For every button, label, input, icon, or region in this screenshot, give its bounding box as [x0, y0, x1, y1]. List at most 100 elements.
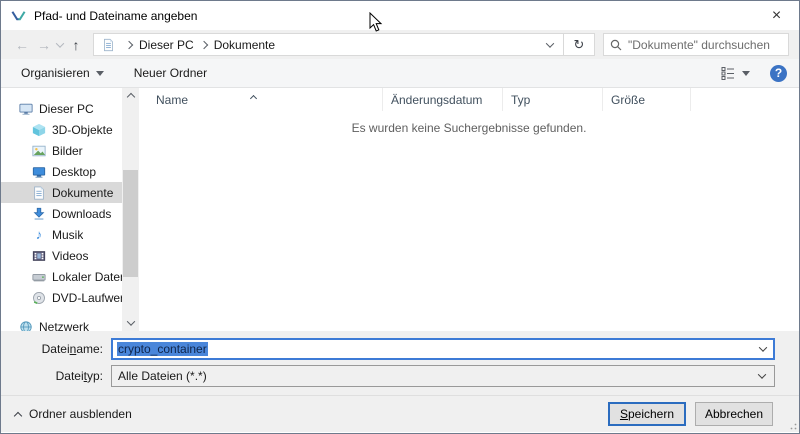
sidebar-item-label: Dieser PC — [39, 102, 94, 116]
cancel-button[interactable]: Abbrechen — [695, 402, 773, 426]
new-folder-label: Neuer Ordner — [134, 66, 207, 80]
search-box[interactable] — [603, 33, 789, 56]
column-header-typ[interactable]: Typ — [503, 88, 603, 111]
close-icon: × — [772, 7, 781, 25]
save-dialog-window: Pfad- und Dateiname angeben × ← → ↑ Dies… — [0, 0, 800, 434]
veracrypt-icon — [11, 8, 26, 23]
chevron-up-icon — [14, 411, 22, 419]
cube-3d-icon — [32, 123, 46, 137]
forward-icon[interactable]: → — [33, 37, 55, 53]
close-button[interactable]: × — [754, 1, 799, 30]
refresh-button[interactable]: ↻ — [564, 33, 595, 56]
picture-icon — [32, 144, 46, 158]
title-bar: Pfad- und Dateiname angeben × — [1, 1, 799, 30]
column-label: Änderungsdatum — [391, 93, 482, 107]
sidebar-item-label: Downloads — [52, 207, 111, 221]
column-header-groesse[interactable]: Größe — [603, 88, 691, 111]
up-icon[interactable]: ↑ — [65, 37, 87, 53]
filetype-label: Dateityp: — [1, 369, 111, 383]
breadcrumb-separator-icon — [125, 40, 133, 48]
navigation-bar: ← → ↑ Dieser PC Dokumente ↻ — [1, 30, 799, 59]
column-header-aenderungsdatum[interactable]: Änderungsdatum — [383, 88, 503, 111]
dialog-button-bar: Ordner ausblenden Speichern Abbrechen — [1, 395, 799, 432]
save-button[interactable]: Speichern — [608, 402, 686, 426]
breadcrumb-separator-icon — [199, 40, 207, 48]
address-dropdown-icon[interactable] — [546, 39, 554, 47]
sidebar-item-label: Musik — [52, 228, 83, 242]
scrollbar-thumb[interactable] — [123, 170, 138, 277]
sidebar-item-label: Lokaler Datenträ — [52, 270, 122, 284]
sidebar-item-netzwerk[interactable]: Netzwerk — [1, 316, 122, 331]
hide-folders-button[interactable]: Ordner ausblenden — [15, 407, 132, 421]
sidebar-item-dokumente[interactable]: Dokumente — [1, 182, 122, 203]
filetype-select[interactable]: Alle Dateien (*.*) — [111, 365, 775, 387]
download-arrow-icon — [32, 207, 46, 221]
search-icon — [610, 39, 622, 51]
filename-value: crypto_container — [117, 342, 208, 356]
sort-ascending-icon — [251, 90, 256, 104]
file-list-area: Name Änderungsdatum Typ Größe Es wurden … — [139, 88, 799, 331]
breadcrumb-segment-dieser-pc[interactable]: Dieser PC — [139, 38, 194, 52]
chevron-down-icon — [742, 71, 750, 76]
empty-results-message: Es wurden keine Suchergebnisse gefunden. — [139, 121, 799, 135]
film-icon — [32, 249, 46, 263]
sidebar-item-desktop[interactable]: Desktop — [1, 161, 122, 182]
sidebar-item-musik[interactable]: ♪ Musik — [1, 224, 122, 245]
sidebar-scrollbar[interactable] — [122, 88, 139, 331]
filetype-dropdown-icon[interactable] — [758, 370, 766, 378]
sidebar-item-videos[interactable]: Videos — [1, 245, 122, 266]
hide-folders-label: Ordner ausblenden — [29, 407, 132, 421]
sidebar-item-label: Dokumente — [52, 186, 113, 200]
desktop-icon — [32, 165, 46, 179]
scroll-up-icon[interactable] — [122, 88, 139, 105]
back-icon[interactable]: ← — [11, 37, 33, 53]
sidebar-item-lokaler-datentraeger[interactable]: Lokaler Datenträ — [1, 266, 122, 287]
document-icon — [32, 186, 46, 200]
refresh-icon: ↻ — [574, 37, 585, 53]
column-label: Typ — [511, 93, 530, 107]
sidebar-item-3d-objekte[interactable]: 3D-Objekte — [1, 119, 122, 140]
mouse-cursor — [369, 12, 383, 33]
folder-document-icon — [102, 38, 115, 52]
hard-disk-icon — [32, 270, 46, 284]
sidebar-item-label: 3D-Objekte — [52, 123, 113, 137]
new-folder-button[interactable]: Neuer Ordner — [126, 59, 215, 87]
list-view-icon — [721, 66, 736, 80]
search-input[interactable] — [628, 38, 782, 52]
scroll-down-icon[interactable] — [122, 314, 139, 331]
command-toolbar: Organisieren Neuer Ordner ? — [1, 59, 799, 88]
sidebar-item-label: Bilder — [52, 144, 83, 158]
sidebar-item-downloads[interactable]: Downloads — [1, 203, 122, 224]
dvd-disc-icon — [32, 291, 46, 305]
change-view-button[interactable] — [715, 66, 756, 80]
organize-label: Organisieren — [21, 66, 90, 80]
sidebar-item-dieser-pc[interactable]: Dieser PC — [1, 98, 122, 119]
breadcrumb[interactable]: Dieser PC Dokumente — [93, 33, 564, 56]
history-chevron-icon[interactable] — [56, 39, 64, 47]
sidebar-item-label: Netzwerk — [39, 320, 89, 332]
window-title: Pfad- und Dateiname angeben — [34, 9, 197, 23]
filename-input[interactable]: crypto_container — [111, 338, 775, 360]
chevron-down-icon — [96, 71, 104, 76]
sidebar-item-dvd-laufwerk[interactable]: DVD-Laufwerk (D — [1, 287, 122, 308]
filename-label: Dateiname: — [1, 342, 111, 356]
navigation-pane: Dieser PC 3D-Objekte Bilder Desktop Doku… — [1, 88, 122, 331]
network-globe-icon — [19, 320, 33, 332]
breadcrumb-segment-dokumente[interactable]: Dokumente — [214, 38, 275, 52]
column-label: Größe — [611, 93, 645, 107]
column-headers: Name Änderungsdatum Typ Größe — [139, 88, 799, 111]
filename-dropdown-icon[interactable] — [759, 343, 767, 351]
monitor-icon — [19, 102, 33, 116]
sidebar-item-label: Videos — [52, 249, 88, 263]
sidebar-item-label: DVD-Laufwerk (D — [52, 291, 122, 305]
sidebar-item-label: Desktop — [52, 165, 96, 179]
file-entry-panel: Dateiname: crypto_container Dateityp: Al… — [1, 331, 799, 395]
content-area: Dieser PC 3D-Objekte Bilder Desktop Doku… — [1, 88, 799, 331]
organize-button[interactable]: Organisieren — [13, 59, 112, 87]
resize-grip[interactable] — [787, 420, 797, 430]
help-button[interactable]: ? — [770, 65, 787, 82]
column-header-name[interactable]: Name — [139, 88, 383, 111]
music-note-icon: ♪ — [32, 228, 46, 242]
column-label: Name — [156, 93, 188, 107]
sidebar-item-bilder[interactable]: Bilder — [1, 140, 122, 161]
